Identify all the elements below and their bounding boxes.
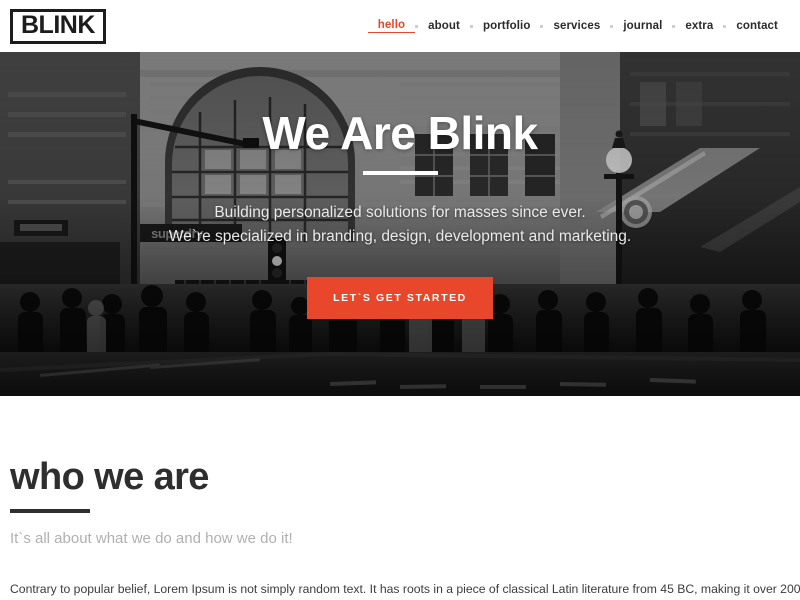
hero-subtitle-line-2: We`re specialized in branding, design, d… [168,228,632,246]
nav-item-journal[interactable]: journal [613,20,672,32]
logo-text: BLINK [21,10,95,39]
nav-item-hello[interactable]: hello [367,19,416,33]
logo[interactable]: BLINK [10,8,106,44]
nav-item-portfolio[interactable]: portfolio [473,20,541,32]
site-header: BLINK hello about portfolio services jou… [0,0,800,52]
nav-item-about[interactable]: about [418,20,470,32]
section-title: who we are [10,456,209,498]
hero-title: We Are Blink [262,107,538,159]
nav-item-contact[interactable]: contact [726,20,788,32]
section-paragraph: Contrary to popular belief, Lorem Ipsum … [10,582,800,596]
hero-subtitle-line-1: Building personalized solutions for mass… [214,204,586,221]
section-subtitle: It`s all about what we do and how we do … [10,530,293,547]
section-title-underline [10,509,90,513]
nav-item-services[interactable]: services [543,20,610,32]
nav-item-extra[interactable]: extra [675,20,723,32]
hero-subtitle: Building personalized solutions for mass… [169,201,631,249]
who-we-are-section: who we are It`s all about what we do and… [0,396,800,600]
hero-content: We Are Blink Building personalized solut… [0,52,800,396]
main-nav: hello about portfolio services journal e… [367,19,788,33]
hero-banner: superdry [0,52,800,396]
hero-title-underline [362,171,438,175]
page-root: BLINK hello about portfolio services jou… [0,0,800,600]
get-started-button[interactable]: LET`S GET STARTED [307,277,493,320]
